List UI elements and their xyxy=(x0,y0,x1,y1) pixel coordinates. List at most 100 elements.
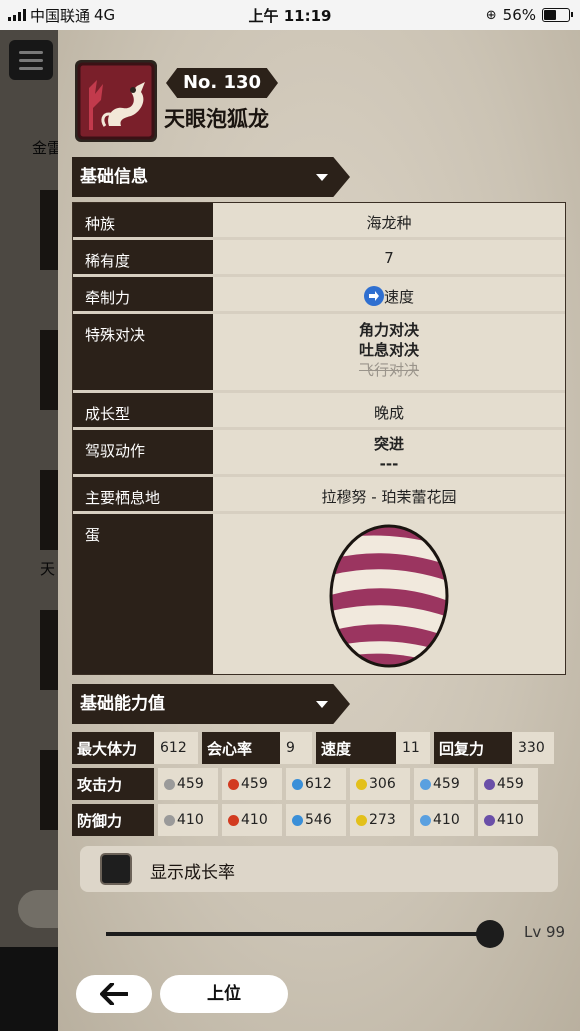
info-value: 7 xyxy=(213,240,565,274)
info-row-growth: 成长型 晚成 xyxy=(73,393,565,430)
growth-rate-label: 显示成长率 xyxy=(150,863,235,883)
info-row-special: 特殊对决 角力对决 吐息对决 飞行对决 xyxy=(73,314,565,393)
chevron-down-icon xyxy=(316,174,328,181)
special-item-disabled: 飞行对决 xyxy=(358,361,419,379)
growth-rate-checkbox[interactable] xyxy=(100,853,132,885)
info-row-egg: 蛋 xyxy=(73,514,565,674)
special-item: 吐息对决 xyxy=(358,341,419,359)
rotation-lock-icon: ⊕ xyxy=(485,7,497,23)
attack-fire: 459 xyxy=(222,768,282,800)
attack-thunder: 306 xyxy=(350,768,410,800)
status-bar: 中国联通 4G 上午 11:19 ⊕ 56% xyxy=(0,0,580,30)
defense-value: 546 xyxy=(305,812,332,828)
info-row-kinship: 牵制力 速度 xyxy=(73,277,565,314)
nonelement-icon xyxy=(164,778,175,790)
stat-value: 9 xyxy=(280,732,312,764)
base-stats-header[interactable]: 基础能力值 xyxy=(72,684,350,724)
rank-button[interactable]: 上位 xyxy=(160,975,288,1013)
stat-label: 最大体力 xyxy=(72,732,154,764)
defense-nonelement: 410 xyxy=(158,804,218,836)
fire-icon xyxy=(228,778,239,790)
stat-label: 攻击力 xyxy=(72,768,154,800)
ice-icon xyxy=(420,814,431,826)
attack-value: 459 xyxy=(497,776,524,792)
info-key: 牵制力 xyxy=(73,277,213,311)
info-value: 速度 xyxy=(213,277,565,311)
egg-image xyxy=(329,524,449,668)
defense-value: 410 xyxy=(497,812,524,828)
growth-rate-toggle[interactable]: 显示成长率 xyxy=(80,846,558,892)
level-slider-thumb[interactable] xyxy=(476,920,504,948)
water-icon xyxy=(292,814,303,826)
defense-ice: 410 xyxy=(414,804,474,836)
basic-info-title: 基础信息 xyxy=(80,167,148,187)
thunder-icon xyxy=(356,814,367,826)
info-value: 角力对决 吐息对决 飞行对决 xyxy=(213,314,565,390)
defense-dragon: 410 xyxy=(478,804,538,836)
special-item: 角力对决 xyxy=(358,321,419,339)
info-key: 主要栖息地 xyxy=(73,477,213,511)
attack-value: 612 xyxy=(305,776,332,792)
stat-label: 防御力 xyxy=(72,804,154,836)
stat-value: 330 xyxy=(512,732,554,764)
status-right: ⊕ 56% xyxy=(485,6,573,24)
level-slider-track[interactable] xyxy=(106,932,491,936)
attack-value: 459 xyxy=(241,776,268,792)
basic-info-header[interactable]: 基础信息 xyxy=(72,157,350,197)
ice-icon xyxy=(420,778,431,790)
attack-value: 459 xyxy=(433,776,460,792)
water-icon xyxy=(292,778,303,790)
info-key: 蛋 xyxy=(73,514,213,674)
base-stats-title: 基础能力值 xyxy=(80,694,165,714)
info-row-habitat: 主要栖息地 拉穆努 - 珀茉蕾花园 xyxy=(73,477,565,514)
attack-water: 612 xyxy=(286,768,346,800)
thunder-icon xyxy=(356,778,367,790)
attack-value: 306 xyxy=(369,776,396,792)
stats-row-defense: 防御力 410 410 546 273 410 410 xyxy=(72,804,566,836)
info-value: 突进 --- xyxy=(213,430,565,474)
ride-action: --- xyxy=(379,455,399,473)
defense-value: 410 xyxy=(177,812,204,828)
level-label: Lv 99 xyxy=(524,923,566,941)
info-key: 稀有度 xyxy=(73,240,213,274)
monster-name: 天眼泡狐龙 xyxy=(164,107,269,131)
defense-value: 410 xyxy=(433,812,460,828)
attack-value: 459 xyxy=(177,776,204,792)
nonelement-icon xyxy=(164,814,175,826)
chevron-down-icon xyxy=(316,701,328,708)
info-key: 特殊对决 xyxy=(73,314,213,390)
stat-value: 612 xyxy=(154,732,198,764)
dragon-icon xyxy=(484,814,495,826)
info-row-rarity: 稀有度 7 xyxy=(73,240,565,277)
attack-dragon: 459 xyxy=(478,768,538,800)
dragon-icon xyxy=(484,778,495,790)
battery-percent: 56% xyxy=(502,6,536,24)
stat-label: 回复力 xyxy=(434,732,512,764)
defense-value: 410 xyxy=(241,812,268,828)
basic-info-table: 种族 海龙种 稀有度 7 牵制力 速度 特殊对决 角力对决 吐息对决 飞行对决 … xyxy=(72,202,566,675)
arrow-left-icon xyxy=(100,983,128,1005)
attack-ice: 459 xyxy=(414,768,474,800)
speed-type-icon xyxy=(363,286,384,306)
monster-detail-panel: No. 130 天眼泡狐龙 基础信息 种族 海龙种 稀有度 7 牵制力 速度 特… xyxy=(58,30,580,1031)
stats-row-summary: 最大体力 612 会心率 9 速度 11 回复力 330 xyxy=(72,732,566,764)
defense-value: 273 xyxy=(369,812,396,828)
info-value: 海龙种 xyxy=(213,203,565,237)
kinship-type-label: 速度 xyxy=(383,288,414,306)
info-value xyxy=(213,514,565,674)
info-row-ride: 驾驭动作 突进 --- xyxy=(73,430,565,477)
base-stats-grid: 最大体力 612 会心率 9 速度 11 回复力 330 攻击力 459 459… xyxy=(72,732,566,840)
back-button[interactable] xyxy=(76,975,152,1013)
monster-number-badge: No. 130 xyxy=(166,68,278,98)
monster-emblem-icon xyxy=(77,62,155,140)
ride-action: 突进 xyxy=(373,435,404,453)
info-key: 成长型 xyxy=(73,393,213,427)
background-footer xyxy=(0,947,60,1031)
info-key: 驾驭动作 xyxy=(73,430,213,474)
attack-nonelement: 459 xyxy=(158,768,218,800)
info-key: 种族 xyxy=(73,203,213,237)
defense-water: 546 xyxy=(286,804,346,836)
info-row-species: 种族 海龙种 xyxy=(73,203,565,240)
battery-fill xyxy=(544,10,556,20)
info-value: 拉穆努 - 珀茉蕾花园 xyxy=(213,477,565,511)
